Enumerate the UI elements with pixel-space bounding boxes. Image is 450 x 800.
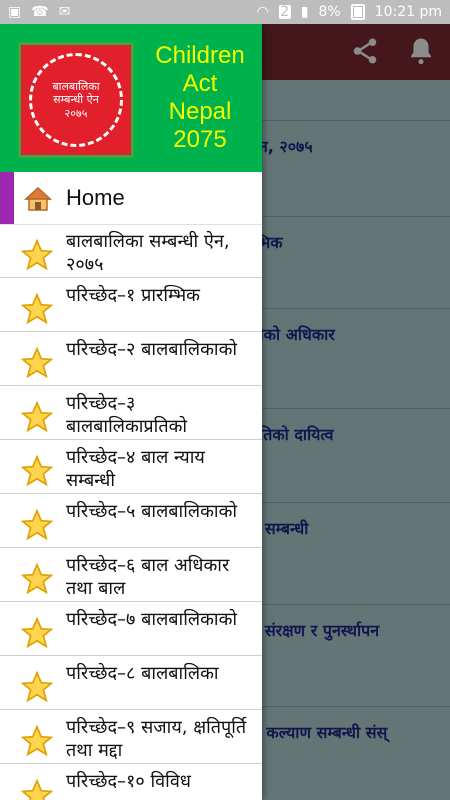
chapter-item[interactable]: परिच्छेद–४ बाल न्याय सम्बन्धी <box>0 440 262 494</box>
messenger-notification-icon: ✉ <box>58 4 71 20</box>
home-icon <box>24 186 52 212</box>
call-notification-icon: ☎ <box>31 4 49 20</box>
header-title-line: Children <box>155 42 245 69</box>
drawer-chapter-list: बालबालिका सम्बन्धी ऐन, २०७५ परिच्छेद–१ प… <box>0 224 262 800</box>
chapter-item[interactable]: परिच्छेद–३ बालबालिकाप्रतिको <box>0 386 262 440</box>
chapter-label: परिच्छेद–६ बाल अधिकार तथा बाल <box>66 555 230 599</box>
content-item-label: ल कल्याण सम्बन्धी संस् <box>250 722 388 742</box>
header-title-line: Act <box>182 70 218 97</box>
app-logo: बालबालिका सम्बन्धी ऐन २०७५ <box>18 42 134 158</box>
battery-percentage: 8% <box>318 4 341 20</box>
chapter-item[interactable]: परिच्छेद–७ बालबालिकाको <box>0 602 262 656</box>
chapter-label: परिच्छेद–३ बालबालिकाप्रतिको <box>66 393 188 437</box>
chapter-label: परिच्छेद–४ बाल न्याय सम्बन्धी <box>66 447 205 491</box>
star-icon <box>20 562 54 596</box>
status-right: ◠ 2 ▮ 8% 10:21 pm <box>257 4 442 20</box>
home-label: Home <box>66 185 125 210</box>
chapter-label: परिच्छेद–७ बालबालिकाको <box>66 609 238 630</box>
drawer-item-home[interactable]: Home <box>0 172 262 225</box>
selected-indicator <box>0 172 14 224</box>
bell-icon[interactable] <box>406 36 436 70</box>
logo-text-line: बालबालिका <box>52 80 100 94</box>
star-icon <box>20 670 54 704</box>
star-icon <box>20 778 54 800</box>
drawer-header-title: Children Act Nepal 2075 <box>144 42 256 154</box>
header-title-line: Nepal <box>168 98 232 125</box>
signal-icon: ▮ <box>300 4 309 20</box>
chapter-item[interactable]: परिच्छेद–१ प्रारम्भिक <box>0 278 262 332</box>
chapter-item[interactable]: परिच्छेद–२ बालबालिकाको <box>0 332 262 386</box>
chapter-item[interactable]: बालबालिका सम्बन्धी ऐन, २०७५ <box>0 224 262 278</box>
star-icon <box>20 454 54 488</box>
chapter-label: परिच्छेद–१० विविध <box>66 771 191 792</box>
status-bar: ▣ ☎ ✉ ◠ 2 ▮ 8% 10:21 pm <box>0 0 450 24</box>
content-item-label: ाको अधिकार <box>250 324 335 344</box>
chapter-item[interactable]: परिच्छेद–१० विविध <box>0 764 262 800</box>
star-icon <box>20 508 54 542</box>
chapter-item[interactable]: परिच्छेद–५ बालबालिकाको <box>0 494 262 548</box>
chapter-item[interactable]: परिच्छेद–९ सजाय, क्षतिपूर्ति तथा मद्दा <box>0 710 262 764</box>
star-icon <box>20 292 54 326</box>
chapter-label: परिच्छेद–८ बालबालिका <box>66 663 219 684</box>
chapter-item[interactable]: परिच्छेद–८ बालबालिका <box>0 656 262 710</box>
chapter-label: परिच्छेद–२ बालबालिकाको <box>66 339 238 360</box>
status-left: ▣ ☎ ✉ <box>8 4 70 20</box>
star-icon <box>20 400 54 434</box>
chapter-label: परिच्छेद–५ बालबालिकाको <box>66 501 238 522</box>
logo-text-line: २०७५ <box>64 106 88 120</box>
star-icon <box>20 346 54 380</box>
app-bar-actions <box>350 36 436 70</box>
chapter-label: बालबालिका सम्बन्धी ऐन, २०७५ <box>66 231 230 275</box>
share-icon[interactable] <box>350 36 380 70</box>
chapter-label: परिच्छेद–९ सजाय, क्षतिपूर्ति तथा मद्दा <box>66 717 247 761</box>
clock: 10:21 pm <box>374 4 442 20</box>
chapter-label: परिच्छेद–१ प्रारम्भिक <box>66 285 200 306</box>
content-item-label: प्रतिको दायित्व <box>250 424 334 444</box>
star-icon <box>20 238 54 272</box>
logo-emblem: बालबालिका सम्बन्धी ऐन २०७५ <box>29 53 123 147</box>
chapter-item[interactable]: परिच्छेद–६ बाल अधिकार तथा बाल <box>0 548 262 602</box>
wifi-icon: ◠ <box>256 4 269 20</box>
gallery-notification-icon: ▣ <box>8 4 22 20</box>
navigation-drawer: बालबालिका सम्बन्धी ऐन २०७५ Children Act … <box>0 24 262 800</box>
star-icon <box>20 724 54 758</box>
drawer-header: बालबालिका सम्बन्धी ऐन २०७५ Children Act … <box>0 24 262 172</box>
header-title-line: 2075 <box>173 126 227 153</box>
logo-text-line: सम्बन्धी ऐन <box>53 93 99 107</box>
sim-slot-badge: 2 <box>278 4 291 20</box>
battery-icon <box>350 4 365 20</box>
star-icon <box>20 616 54 650</box>
content-item-label: ष संरक्षण र पुनर्स्थापन <box>250 620 380 640</box>
